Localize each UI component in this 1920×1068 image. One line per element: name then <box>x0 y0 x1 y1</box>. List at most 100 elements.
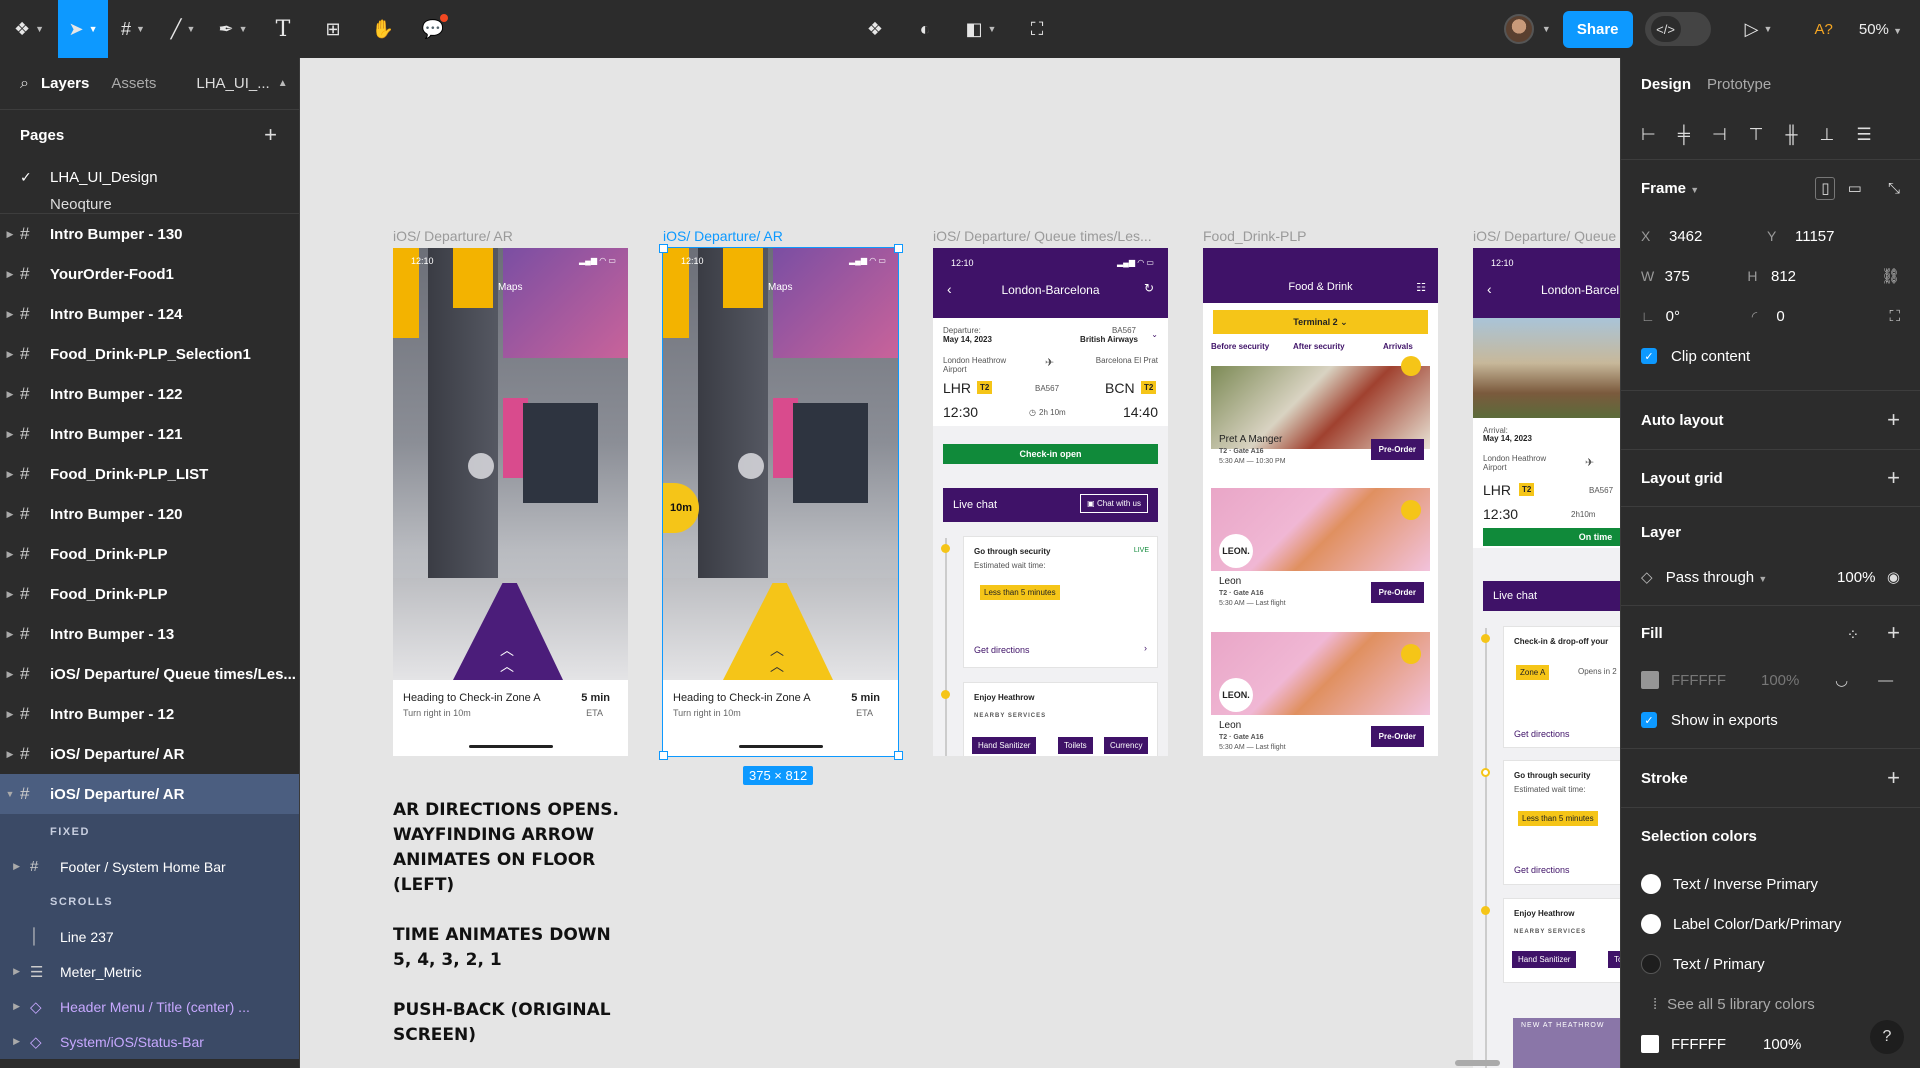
align-right-icon[interactable]: ⊣ <box>1712 125 1727 145</box>
layer-row[interactable]: ▶ # Intro Bumper - 13 <box>0 614 299 654</box>
layer-row[interactable]: ▶ # Food_Drink-PLP <box>0 574 299 614</box>
remove-fill-icon[interactable]: — <box>1878 672 1893 689</box>
tab-after-security[interactable]: After security <box>1293 342 1345 351</box>
fill-hex[interactable]: FFFFFF <box>1671 672 1761 689</box>
expand-caret-icon[interactable]: ▶ <box>0 309 20 320</box>
align-middle-icon[interactable]: ╫ <box>1785 125 1797 145</box>
tab-before-security[interactable]: Before security <box>1211 342 1269 351</box>
get-directions-link[interactable]: Get directions <box>974 645 1030 655</box>
layer-row[interactable]: ▶ # iOS/ Departure/ Queue times/Les... <box>0 654 299 694</box>
search-icon[interactable]: ⌕ <box>20 75 29 93</box>
checkin-status[interactable]: Check-in open <box>943 444 1158 464</box>
see-all-colors-link[interactable]: ⁞ See all 5 library colors <box>1641 984 1900 1024</box>
align-center-h-icon[interactable]: ╪ <box>1678 125 1690 145</box>
show-in-exports-checkbox[interactable]: ✓ <box>1641 712 1657 728</box>
comment-tool-button[interactable]: 💬 <box>408 0 458 58</box>
show-in-exports-row[interactable]: ✓ Show in exports <box>1641 700 1900 740</box>
resize-to-fit-icon[interactable]: ⤡ <box>1888 180 1900 197</box>
layer-row[interactable]: ▶ # Food_Drink-PLP_LIST <box>0 454 299 494</box>
tab-arrivals[interactable]: Arrivals <box>1383 342 1413 351</box>
boolean-button[interactable]: ◧ ▼ <box>960 0 1002 58</box>
landscape-icon[interactable]: ▭ <box>1848 180 1862 197</box>
hand-tool-button[interactable]: ✋ <box>358 0 408 58</box>
layer-row[interactable]: │ Line 237 <box>0 919 299 954</box>
layer-row[interactable]: ▶ # Intro Bumper - 122 <box>0 374 299 414</box>
selection-color-row[interactable]: Label Color/Dark/Primary <box>1641 904 1900 944</box>
frame-tool-button[interactable]: # ▼ <box>108 0 158 58</box>
align-bottom-icon[interactable]: ⊥ <box>1820 125 1835 145</box>
expand-caret-icon[interactable]: ▶ <box>0 389 20 400</box>
expand-caret-icon[interactable]: ▶ <box>0 269 20 280</box>
present-button[interactable]: ▷ ▼ <box>1729 0 1789 58</box>
constrain-proportions-icon[interactable]: ⛓ <box>1881 267 1900 285</box>
expanded-caret-icon[interactable]: ▼ <box>0 789 20 799</box>
layer-row[interactable]: ▶ # iOS/ Departure/ AR <box>0 734 299 774</box>
layer-row[interactable]: ▶ # Intro Bumper - 121 <box>0 414 299 454</box>
dev-mode-toggle[interactable]: </> <box>1644 12 1711 46</box>
canvas[interactable]: iOS/ Departure/ AR iOS/ Departure/ AR iO… <box>300 58 1620 1068</box>
tab-design[interactable]: Design <box>1641 76 1691 93</box>
color-hex[interactable]: FFFFFF <box>1671 1036 1763 1053</box>
user-avatar[interactable] <box>1503 14 1534 44</box>
layer-row[interactable]: ▶ ◇ System/iOS/Status-Bar <box>0 1024 299 1059</box>
color-dot[interactable] <box>1641 874 1661 894</box>
expand-caret-icon[interactable]: ▶ <box>0 1001 30 1012</box>
y-input[interactable]: 11157 <box>1795 228 1885 245</box>
main-menu-button[interactable]: ❖ ▼ <box>0 0 58 58</box>
pre-order-button[interactable]: Pre-Order <box>1370 439 1424 460</box>
add-page-icon[interactable]: + <box>264 122 277 148</box>
expand-caret-icon[interactable]: ▶ <box>0 509 20 520</box>
layer-row[interactable]: ▶ ☰ Meter_Metric <box>0 954 299 989</box>
tab-prototype[interactable]: Prototype <box>1707 76 1771 93</box>
layer-row[interactable]: ▶ ◇ Header Menu / Title (center) ... <box>0 989 299 1024</box>
queue-frame[interactable]: 12:10 ‹ London-Barcel Arrival: May 14, 2… <box>1473 248 1620 1068</box>
expand-caret-icon[interactable]: ▶ <box>0 669 20 680</box>
ar-frame-selected[interactable]: ︿ ︿ 10m 12:10 ▂▄▆ ◠ ▭ Maps Heading to Ch… <box>662 247 899 757</box>
color-swatch[interactable] <box>1641 1035 1659 1053</box>
x-input[interactable]: 3462 <box>1669 228 1767 245</box>
expand-caret-icon[interactable]: ▶ <box>0 749 20 760</box>
shape-tool-button[interactable]: ╱ ▼ <box>158 0 208 58</box>
live-chat-bar[interactable]: Live chat ▣ Chat with us <box>943 488 1158 522</box>
expand-caret-icon[interactable]: ▶ <box>0 861 30 872</box>
align-top-icon[interactable]: ⊤ <box>1749 125 1764 145</box>
resize-handle[interactable] <box>894 751 903 760</box>
frame-title[interactable]: Frame ▼ <box>1641 180 1699 197</box>
horizontal-scrollbar[interactable] <box>1455 1060 1500 1066</box>
crop-button[interactable]: ⛶ <box>1022 0 1052 58</box>
rotation-input[interactable]: 0° <box>1666 308 1752 325</box>
service-button[interactable]: Currency <box>1104 737 1149 754</box>
layer-row[interactable]: ▶ # Food_Drink-PLP <box>0 534 299 574</box>
frame-label[interactable]: Food_Drink-PLP <box>1203 228 1307 244</box>
height-input[interactable]: 812 <box>1771 268 1847 285</box>
pre-order-button[interactable]: Pre-Order <box>1370 726 1424 747</box>
move-tool-button[interactable]: ➤ ▼ <box>58 0 108 58</box>
frame-label[interactable]: iOS/ Departure/ AR <box>393 228 513 244</box>
ar-frame[interactable]: ︿ ︿ 12:10 ▂▄▆ ◠ ▭ Maps Heading to Check-… <box>393 248 628 756</box>
radius-input[interactable]: 0 <box>1776 308 1855 325</box>
layer-row[interactable]: ▶ # Intro Bumper - 130 <box>0 214 299 254</box>
selection-color-row[interactable]: Text / Inverse Primary <box>1641 864 1900 904</box>
layer-row[interactable]: ▶ # Food_Drink-PLP_Selection1 <box>0 334 299 374</box>
resize-handle[interactable] <box>659 244 668 253</box>
share-button[interactable]: Share <box>1562 10 1633 48</box>
mask-button[interactable]: ◐ <box>910 0 940 58</box>
accessibility-check[interactable]: A? <box>1815 21 1833 38</box>
file-name[interactable]: LHA_UI_... <box>196 75 269 92</box>
clip-content-checkbox[interactable]: ✓ <box>1641 348 1657 364</box>
chevron-up-icon[interactable]: ▲ <box>278 78 288 89</box>
tab-assets[interactable]: Assets <box>111 75 156 92</box>
add-grid-icon[interactable]: + <box>1887 465 1900 491</box>
styles-icon[interactable]: ⁘ <box>1847 627 1860 644</box>
hidden-eye-icon[interactable]: ◡ <box>1835 671 1848 689</box>
fill-opacity[interactable]: 100% <box>1761 672 1835 689</box>
terminal-selector[interactable]: Terminal 2 ⌄ <box>1213 310 1428 334</box>
width-input[interactable]: 375 <box>1665 268 1748 285</box>
food-frame[interactable]: Food & Drink ☷ Terminal 2 ⌄ Before secur… <box>1203 248 1438 756</box>
expand-caret-icon[interactable]: ▶ <box>0 469 20 480</box>
add-fill-icon[interactable]: + <box>1887 620 1900 645</box>
service-button[interactable]: Hand Sanitizer <box>972 737 1037 754</box>
frame-label[interactable]: iOS/ Departure/ Queue times/Les... <box>933 228 1152 244</box>
expand-caret-icon[interactable]: ▶ <box>0 429 20 440</box>
page-item[interactable]: Neoqture <box>0 194 299 214</box>
